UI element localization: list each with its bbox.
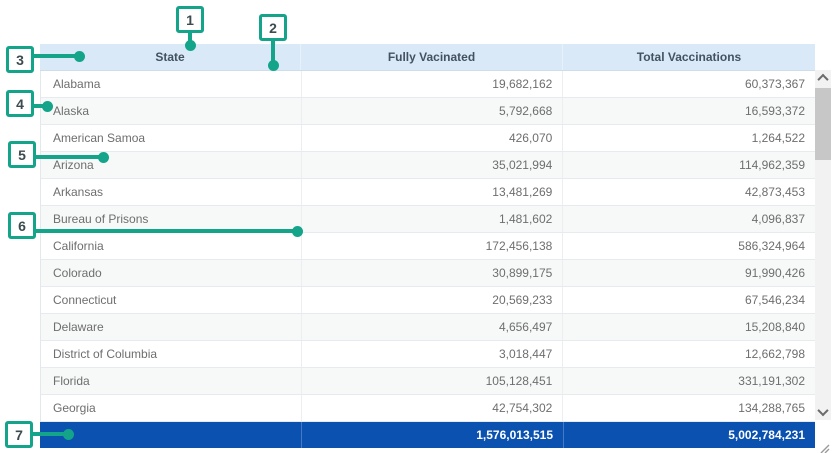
- annotation-dot-5: [98, 152, 109, 163]
- total-vaccinations-cell: 67,546,234: [563, 287, 815, 313]
- chevron-down-icon: [817, 405, 828, 416]
- state-cell: Alabama: [41, 71, 302, 97]
- annotation-label: 2: [269, 20, 277, 36]
- fully-vaccinated-cell: 30,899,175: [302, 260, 564, 286]
- state-cell: American Samoa: [41, 125, 302, 151]
- table-row[interactable]: Arizona 35,021,994 114,962,359: [41, 152, 815, 179]
- annotation-marker-6: 6: [8, 212, 36, 239]
- total-vaccinations-cell: 16,593,372: [563, 98, 815, 124]
- scrollbar-down-button[interactable]: [815, 404, 831, 420]
- fully-vaccinated-cell: 4,656,497: [302, 314, 564, 340]
- summary-fully-vaccinated: 1,576,013,515: [301, 422, 563, 448]
- state-cell: Colorado: [41, 260, 302, 286]
- column-header-total-vaccinations[interactable]: Total Vaccinations: [563, 44, 815, 70]
- vertical-scrollbar[interactable]: [815, 70, 831, 420]
- fully-vaccinated-cell: 426,070: [302, 125, 564, 151]
- chevron-up-icon: [817, 74, 828, 85]
- column-header-fully-vaccinated[interactable]: Fully Vacinated: [301, 44, 563, 70]
- scrollbar-up-button[interactable]: [815, 70, 831, 86]
- state-cell: Georgia: [41, 395, 302, 421]
- total-vaccinations-cell: 42,873,453: [563, 179, 815, 205]
- table-row[interactable]: California 172,456,138 586,324,964: [41, 233, 815, 260]
- annotation-marker-4: 4: [6, 90, 34, 117]
- fully-vaccinated-cell: 42,754,302: [302, 395, 564, 421]
- state-cell: District of Columbia: [41, 341, 302, 367]
- scrollbar-thumb[interactable]: [815, 88, 831, 160]
- state-cell: California: [41, 233, 302, 259]
- vaccination-table-widget: State Fully Vacinated Total Vaccinations…: [0, 0, 833, 453]
- total-vaccinations-cell: 586,324,964: [563, 233, 815, 259]
- table-row[interactable]: Connecticut 20,569,233 67,546,234: [41, 287, 815, 314]
- table-row[interactable]: Georgia 42,754,302 134,288,765: [41, 395, 815, 422]
- fully-vaccinated-cell: 13,481,269: [302, 179, 564, 205]
- total-vaccinations-cell: 4,096,837: [563, 206, 815, 232]
- fully-vaccinated-cell: 5,792,668: [302, 98, 564, 124]
- annotation-dot-1: [185, 40, 196, 51]
- annotation-marker-3: 3: [6, 46, 34, 73]
- table-row[interactable]: Florida 105,128,451 331,191,302: [41, 368, 815, 395]
- annotation-dot-6: [292, 226, 303, 237]
- state-cell: Florida: [41, 368, 302, 394]
- table-row[interactable]: Delaware 4,656,497 15,208,840: [41, 314, 815, 341]
- fully-vaccinated-cell: 35,021,994: [302, 152, 564, 178]
- total-vaccinations-cell: 134,288,765: [563, 395, 815, 421]
- table-body: Alabama 19,682,162 60,373,367 Alaska 5,7…: [40, 71, 815, 422]
- annotation-marker-2: 2: [259, 14, 287, 41]
- annotation-label: 4: [16, 96, 24, 112]
- fully-vaccinated-cell: 172,456,138: [302, 233, 564, 259]
- summary-total-vaccinations: 5,002,784,231: [563, 422, 815, 448]
- state-cell: Delaware: [41, 314, 302, 340]
- resize-grip-icon[interactable]: [820, 441, 830, 453]
- summary-empty-cell: [40, 422, 301, 448]
- total-vaccinations-cell: 60,373,367: [563, 71, 815, 97]
- annotation-dot-7: [63, 429, 74, 440]
- summary-row: 1,576,013,515 5,002,784,231: [40, 422, 815, 448]
- total-vaccinations-cell: 114,962,359: [563, 152, 815, 178]
- annotation-dot-2: [268, 60, 279, 71]
- annotation-label: 6: [18, 218, 26, 234]
- fully-vaccinated-cell: 20,569,233: [302, 287, 564, 313]
- annotation-line-6: [36, 229, 296, 233]
- annotation-dot-3: [74, 51, 85, 62]
- data-table: State Fully Vacinated Total Vaccinations…: [40, 44, 815, 422]
- annotation-line-7: [33, 432, 67, 436]
- annotation-line-5: [36, 155, 102, 159]
- annotation-marker-7: 7: [5, 421, 33, 448]
- fully-vaccinated-cell: 1,481,602: [302, 206, 564, 232]
- annotation-marker-5: 5: [8, 141, 36, 168]
- table-row[interactable]: Alaska 5,792,668 16,593,372: [41, 98, 815, 125]
- annotation-label: 5: [18, 147, 26, 163]
- total-vaccinations-cell: 12,662,798: [563, 341, 815, 367]
- annotation-label: 3: [16, 52, 24, 68]
- total-vaccinations-cell: 91,990,426: [563, 260, 815, 286]
- total-vaccinations-cell: 331,191,302: [563, 368, 815, 394]
- table-row[interactable]: Arkansas 13,481,269 42,873,453: [41, 179, 815, 206]
- state-cell: Connecticut: [41, 287, 302, 313]
- fully-vaccinated-cell: 105,128,451: [302, 368, 564, 394]
- fully-vaccinated-cell: 19,682,162: [302, 71, 564, 97]
- fully-vaccinated-cell: 3,018,447: [302, 341, 564, 367]
- table-header-row: State Fully Vacinated Total Vaccinations: [40, 44, 815, 71]
- annotation-marker-1: 1: [176, 6, 204, 33]
- state-cell: Arkansas: [41, 179, 302, 205]
- state-cell: Alaska: [41, 98, 302, 124]
- table-row[interactable]: American Samoa 426,070 1,264,522: [41, 125, 815, 152]
- table-row[interactable]: Colorado 30,899,175 91,990,426: [41, 260, 815, 287]
- total-vaccinations-cell: 15,208,840: [563, 314, 815, 340]
- annotation-label: 1: [186, 12, 194, 28]
- total-vaccinations-cell: 1,264,522: [563, 125, 815, 151]
- annotation-dot-4: [42, 101, 53, 112]
- table-row[interactable]: Alabama 19,682,162 60,373,367: [41, 71, 815, 98]
- annotation-label: 7: [15, 427, 23, 443]
- table-row[interactable]: District of Columbia 3,018,447 12,662,79…: [41, 341, 815, 368]
- annotation-line-3: [34, 54, 78, 58]
